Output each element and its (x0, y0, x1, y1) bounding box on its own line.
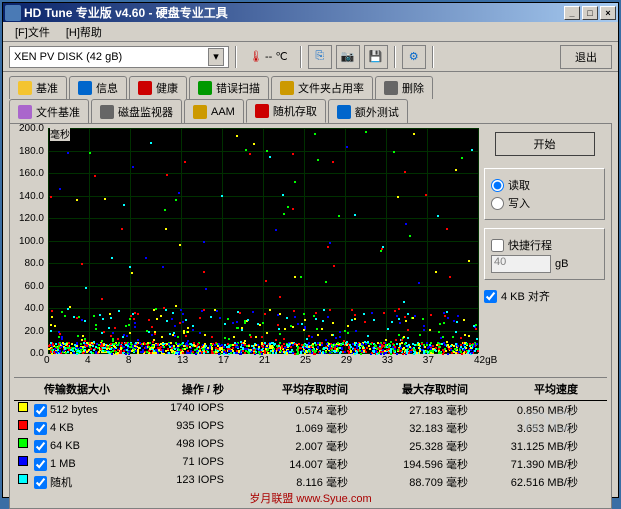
separator (432, 46, 434, 68)
tab-icon (337, 105, 351, 119)
color-swatch (18, 474, 28, 484)
row-checkbox[interactable] (34, 404, 47, 417)
menu-file[interactable]: [F]文件 (7, 22, 58, 42)
radio-write-input[interactable] (491, 197, 504, 210)
menubar: [F]文件 [H]帮助 (3, 22, 618, 42)
row-checkbox[interactable] (34, 476, 47, 489)
tab-icon (255, 104, 269, 118)
y-axis-ticks: 0.020.040.060.080.0100.0120.0140.0160.01… (16, 128, 46, 353)
tab-icon (138, 81, 152, 95)
tab-icon (193, 105, 207, 119)
check-fast[interactable]: 快捷行程 (491, 237, 598, 253)
tab-icon (18, 105, 32, 119)
tab-icon (198, 81, 212, 95)
tab-icon (384, 81, 398, 95)
tab-删除[interactable]: 删除 (375, 76, 433, 99)
toolbar: XEN PV DISK (42 gB) ▾ 🌡 -- ℃ ⎘ 📷 💾 ⚙ 退出 (3, 42, 618, 72)
minimize-button[interactable]: _ (564, 6, 580, 20)
copy-button[interactable]: ⎘ (308, 45, 332, 69)
temperature-value: -- ℃ (265, 50, 288, 63)
app-window: HD Tune 专业版 v4.60 - 硬盘专业工具 _ □ × [F]文件 [… (2, 2, 619, 498)
row-checkbox[interactable] (34, 422, 47, 435)
temperature-display: 🌡 -- ℃ (249, 50, 288, 63)
check-align[interactable]: 4 KB 对齐 (484, 288, 605, 304)
tab-信息[interactable]: 信息 (69, 76, 127, 99)
table-row: 64 KB498 IOPS2.007 毫秒25.328 毫秒31.125 MB/… (14, 437, 607, 455)
separator (300, 46, 302, 68)
results-table: 传输数据大小 操作 / 秒 平均存取时间 最大存取时间 平均速度 512 byt… (14, 377, 607, 491)
watermark: 岁月联盟 www.Syue.com (249, 490, 371, 506)
tab-随机存取[interactable]: 随机存取 (246, 99, 326, 123)
scatter-chart: 0.020.040.060.080.0100.0120.0140.0160.01… (48, 128, 478, 353)
disk-select[interactable]: XEN PV DISK (42 gB) ▾ (9, 46, 229, 68)
fast-unit: gB (555, 258, 568, 270)
radio-read-input[interactable] (491, 179, 504, 192)
x-axis-ticks: 0481317212529333742gB (48, 355, 478, 367)
table-row: 4 KB935 IOPS1.069 毫秒32.183 毫秒3.653 MB/秒 (14, 419, 607, 437)
color-swatch (18, 402, 28, 412)
table-row: 1 MB71 IOPS14.007 毫秒194.596 毫秒71.390 MB/… (14, 455, 607, 473)
row-checkbox[interactable] (34, 440, 47, 453)
screenshot-button[interactable]: 📷 (336, 45, 360, 69)
side-panel: 开始 读取 写入 快捷行程 40 gB 4 KB 对齐 (482, 128, 607, 353)
chevron-down-icon[interactable]: ▾ (208, 48, 224, 66)
separator (235, 46, 237, 68)
settings-button[interactable]: ⚙ (402, 45, 426, 69)
mode-group: 读取 写入 (484, 168, 605, 220)
chart-points (48, 128, 478, 353)
chart-container: 毫秒 0.020.040.060.080.0100.0120.0140.0160… (14, 128, 478, 353)
row-checkbox[interactable] (34, 458, 47, 471)
exit-button[interactable]: 退出 (560, 45, 612, 69)
thermometer-icon: 🌡 (249, 50, 263, 63)
start-button[interactable]: 开始 (495, 132, 595, 156)
tab-健康[interactable]: 健康 (129, 76, 187, 99)
tabs-row-2: 文件基准磁盘监视器AAM随机存取额外测试 (9, 99, 612, 123)
tab-额外测试[interactable]: 额外测试 (328, 99, 408, 123)
fast-group: 快捷行程 40 gB (484, 228, 605, 280)
titlebar[interactable]: HD Tune 专业版 v4.60 - 硬盘专业工具 _ □ × (3, 3, 618, 22)
tab-磁盘监视器[interactable]: 磁盘监视器 (91, 99, 182, 123)
table-header: 传输数据大小 操作 / 秒 平均存取时间 最大存取时间 平均速度 (14, 378, 607, 401)
save-button[interactable]: 💾 (364, 45, 388, 69)
table-row: 随机123 IOPS8.116 毫秒88.709 毫秒62.516 MB/秒 (14, 473, 607, 491)
tab-AAM[interactable]: AAM (184, 99, 244, 123)
tab-icon (100, 105, 114, 119)
radio-read[interactable]: 读取 (491, 177, 598, 193)
menu-help[interactable]: [H]帮助 (58, 22, 110, 42)
color-swatch (18, 438, 28, 448)
check-fast-input[interactable] (491, 239, 504, 252)
tab-文件夹占用率[interactable]: 文件夹占用率 (271, 76, 373, 99)
disk-select-value: XEN PV DISK (42 gB) (14, 51, 122, 63)
tabs-row-1: 基准信息健康错误扫描文件夹占用率删除 (9, 76, 612, 99)
check-align-input[interactable] (484, 290, 497, 303)
radio-write[interactable]: 写入 (491, 195, 598, 211)
fast-value-input: 40 (491, 255, 551, 273)
window-title: HD Tune 专业版 v4.60 - 硬盘专业工具 (24, 4, 562, 21)
maximize-button[interactable]: □ (582, 6, 598, 20)
tab-icon (280, 81, 294, 95)
close-button[interactable]: × (600, 6, 616, 20)
tab-icon (78, 81, 92, 95)
tab-基准[interactable]: 基准 (9, 76, 67, 99)
content-panel: 毫秒 0.020.040.060.080.0100.0120.0140.0160… (9, 123, 612, 509)
color-swatch (18, 456, 28, 466)
tab-文件基准[interactable]: 文件基准 (9, 99, 89, 123)
color-swatch (18, 420, 28, 430)
separator (394, 46, 396, 68)
tab-错误扫描[interactable]: 错误扫描 (189, 76, 269, 99)
chart-ylabel: 毫秒 (50, 126, 70, 141)
tab-icon (18, 81, 32, 95)
app-icon (5, 5, 21, 21)
table-row: 512 bytes1740 IOPS0.574 毫秒27.183 毫秒0.850… (14, 401, 607, 419)
